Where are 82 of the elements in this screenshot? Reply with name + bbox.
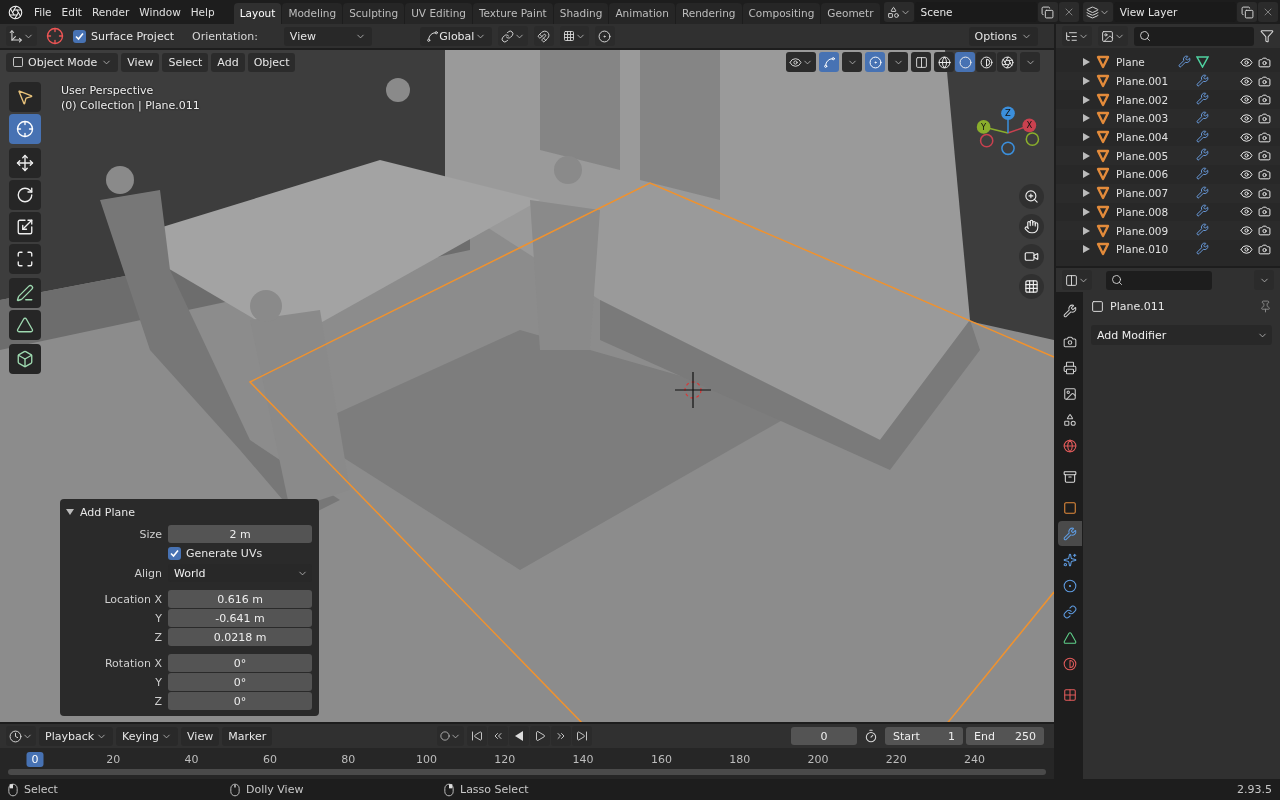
object-name[interactable]: Plane.007 [1116, 187, 1178, 200]
timeline-menu[interactable]: Playback [39, 726, 114, 746]
add-modifier-dropdown[interactable]: Add Modifier [1091, 325, 1272, 345]
menu-item[interactable]: File [29, 3, 57, 21]
workspace-tab[interactable]: Compositing [742, 3, 821, 24]
surface-project-checkbox[interactable]: Surface Project [73, 29, 175, 43]
workspace-tab[interactable]: Rendering [675, 3, 742, 24]
object-name[interactable]: Plane.009 [1116, 224, 1178, 237]
frame-number: 100 [415, 752, 438, 767]
transform-orientation-dropdown[interactable]: Global [419, 26, 492, 46]
frame-number: 180 [728, 752, 752, 767]
menu-item[interactable]: Edit [56, 3, 87, 21]
object-name[interactable]: Plane.002 [1116, 93, 1178, 106]
mode-dropdown[interactable]: Object Mode [6, 52, 119, 72]
menu-item[interactable]: Render [86, 3, 135, 21]
workspace-tab[interactable]: Geometr [821, 3, 880, 24]
object-name[interactable]: Plane.008 [1116, 205, 1178, 218]
menu-item[interactable]: Window [134, 3, 186, 21]
frame-number: 140 [571, 752, 595, 767]
field-label: Y [154, 611, 162, 625]
workspace-tab[interactable]: UV Editing [405, 3, 472, 24]
collection-info: (0) Collection | Plane.011 [61, 99, 200, 112]
field-label: Location X [103, 592, 162, 606]
field-label: Y [154, 675, 162, 689]
version-label: 2.93.5 [1237, 783, 1272, 796]
workspace-tab[interactable]: Texture Paint [472, 3, 553, 24]
number-field[interactable]: 0° [168, 692, 312, 710]
frame-number: 40 [183, 752, 200, 767]
object-name[interactable]: Plane.010 [1116, 243, 1178, 256]
view-name: User Perspective [61, 84, 155, 97]
number-field[interactable]: 0° [168, 673, 312, 691]
number-field[interactable]: -0.641 m [168, 609, 312, 627]
menu-item[interactable]: Help [185, 3, 220, 21]
field-label: Z [153, 630, 162, 644]
frame-ruler[interactable]: 0 20 40 60 80 100 120 140 160 180 200 220 240 [0, 748, 1054, 779]
timeline-menu[interactable]: View [181, 726, 220, 746]
number-field[interactable]: 2 m [168, 525, 312, 543]
view-layer-field[interactable]: View Layer [1113, 2, 1236, 22]
number-field[interactable]: 0° [168, 654, 312, 672]
start-frame-field[interactable]: Start 1 [885, 727, 963, 745]
field-label: Rotation X [103, 656, 162, 670]
workspace-tab[interactable]: Sculpting [343, 3, 405, 24]
orientation-dropdown[interactable]: View [283, 26, 372, 46]
status-hint: Lasso Select [460, 783, 529, 796]
orientation-label: Orientation: [192, 29, 258, 43]
frame-number: 120 [493, 752, 517, 767]
workspace-tab[interactable]: Modeling [282, 3, 343, 24]
number-field[interactable]: 0.616 m [168, 590, 312, 608]
viewport-menu[interactable]: View [121, 52, 160, 72]
frame-number: 20 [105, 752, 122, 767]
object-name[interactable]: Plane.006 [1116, 168, 1178, 181]
frame-number: 220 [884, 752, 908, 767]
panel-header[interactable]: Add Plane [66, 503, 312, 521]
scene-field[interactable]: Scene [914, 2, 1037, 22]
options-dropdown[interactable]: Options [968, 26, 1038, 46]
frame-number: 0 [26, 752, 44, 767]
field-label: Align [133, 566, 162, 580]
end-frame-field[interactable]: End 250 [966, 727, 1044, 745]
field-label: Z [153, 694, 162, 708]
object-name[interactable]: Plane [1116, 56, 1178, 69]
number-field[interactable]: 0.0218 m [168, 628, 312, 646]
axis-handle[interactable]: Y [976, 120, 1009, 134]
status-hint: Dolly View [246, 783, 304, 796]
checkbox-option[interactable]: Generate UVs [168, 547, 312, 560]
frame-number: 80 [340, 752, 357, 767]
object-name[interactable]: Plane.004 [1116, 131, 1178, 144]
workspace-tab[interactable]: Animation [609, 3, 675, 24]
field-label: Size [138, 527, 162, 541]
frame-number: 200 [806, 752, 830, 767]
object-name[interactable]: Plane.001 [1116, 75, 1178, 88]
status-hint: Select [24, 783, 58, 796]
object-name[interactable]: Plane.003 [1116, 112, 1178, 125]
timeline-menu[interactable]: Keying [116, 726, 179, 746]
frame-number: 60 [261, 752, 278, 767]
frame-field[interactable]: 0 [791, 727, 857, 745]
workspace-tab[interactable]: Layout [233, 3, 282, 24]
object-name: Plane.011 [1110, 300, 1166, 313]
frame-number: 160 [649, 752, 673, 767]
timeline-menu[interactable]: Marker [222, 726, 273, 746]
object-name[interactable]: Plane.005 [1116, 149, 1178, 162]
workspace-tab[interactable]: Shading [553, 3, 609, 24]
frame-number: 240 [963, 752, 987, 767]
